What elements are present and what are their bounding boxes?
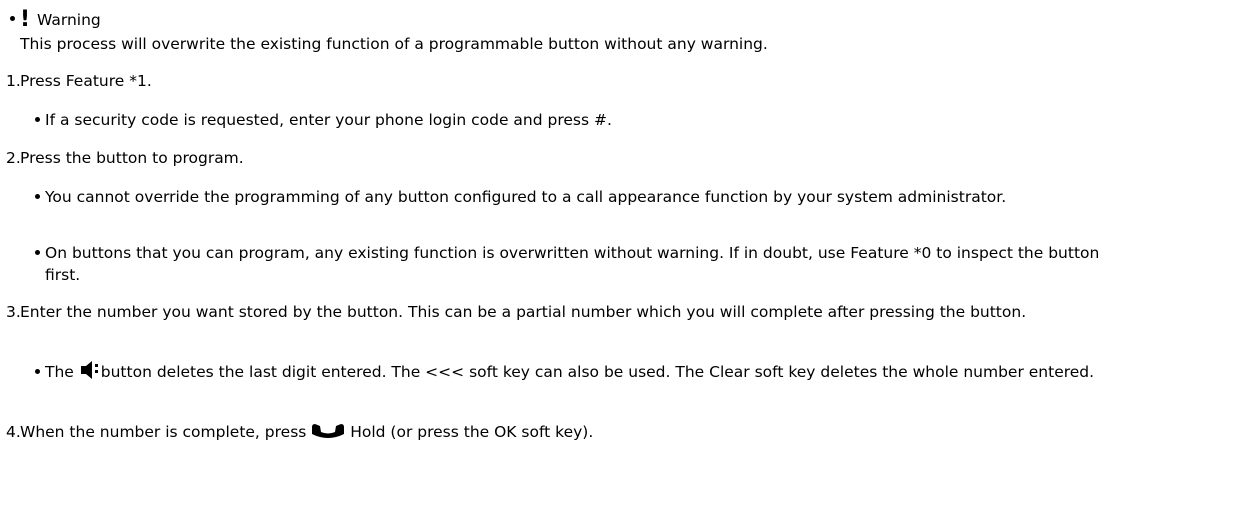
step-text: Press Feature *1. (20, 72, 152, 90)
speaker-icon (79, 361, 101, 385)
sub-bullet (35, 117, 40, 122)
step-sub-text: If a security code is requested, enter y… (45, 111, 612, 129)
step-text: When the number is complete, press Hold … (20, 422, 593, 444)
step-text-pre: When the number is complete, press (20, 423, 307, 441)
step-sub-text: The button deletes the last digit entere… (45, 361, 1255, 385)
step-number: 3. (6, 303, 21, 321)
warning-bullet (10, 16, 15, 21)
step-number: 4. (6, 423, 21, 441)
warning-title: Warning (37, 11, 101, 29)
sub-bullet (35, 250, 40, 255)
step-text-post: Hold (or press the OK soft key). (350, 423, 594, 441)
step-number: 2. (6, 149, 21, 167)
sub-text-post: button deletes the last digit entered. T… (100, 363, 1095, 381)
warning-text: This process will overwrite the existing… (20, 35, 768, 53)
sub-bullet (35, 194, 40, 199)
step-number: 1. (6, 72, 21, 90)
handset-hold-icon (311, 423, 345, 444)
sub-text-pre: The (45, 363, 74, 381)
sub-bullet (35, 369, 40, 374)
step-sub-text: You cannot override the programming of a… (45, 188, 1007, 206)
step-text: Enter the number you want stored by the … (20, 303, 1027, 321)
warning-heading: ! Warning (20, 7, 101, 32)
step-sub-text: On buttons that you can program, any exi… (45, 244, 1100, 284)
warning-icon: ! (20, 7, 31, 32)
step-text: Press the button to program. (20, 149, 244, 167)
